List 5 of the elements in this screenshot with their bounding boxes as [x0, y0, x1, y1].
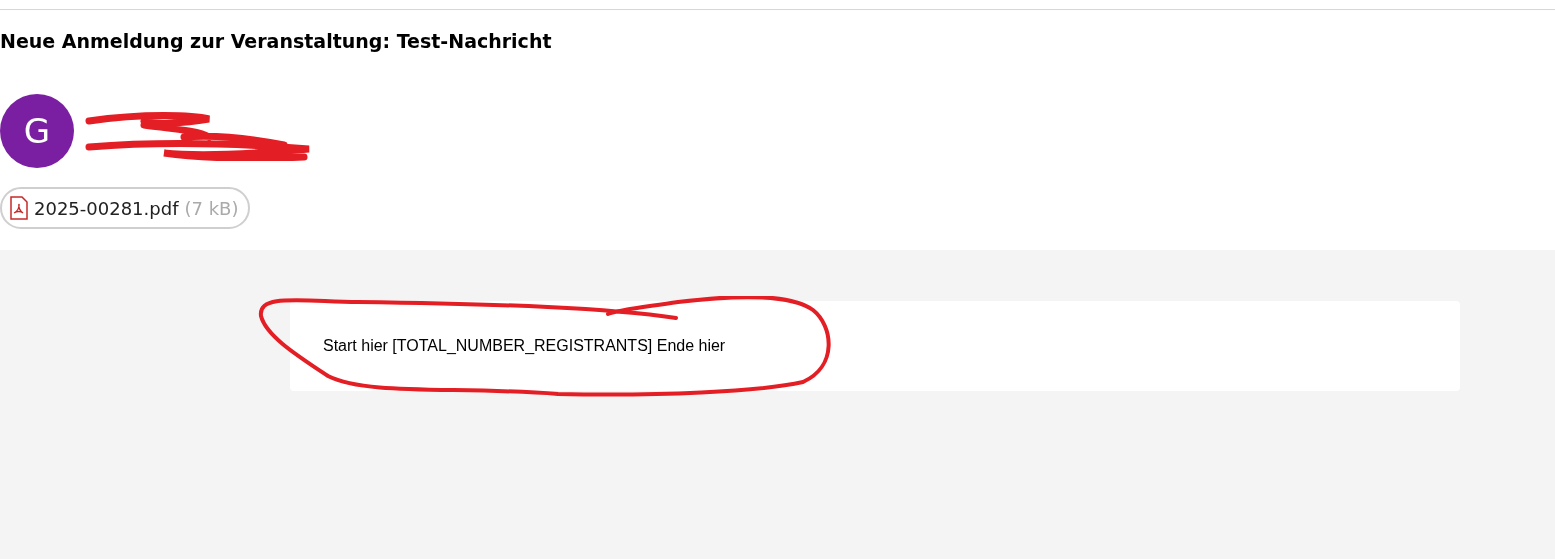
message-text: Start hier [TOTAL_NUMBER_REGISTRANTS] Ende hier — [323, 336, 726, 356]
sender-avatar: G — [0, 94, 74, 168]
attachment-chip[interactable]: 2025-00281.pdf (7 kB) — [0, 187, 251, 229]
email-subject: Neue Anmeldung zur Veranstaltung: Test-Nachricht — [0, 29, 552, 54]
pdf-file-icon — [10, 196, 28, 220]
